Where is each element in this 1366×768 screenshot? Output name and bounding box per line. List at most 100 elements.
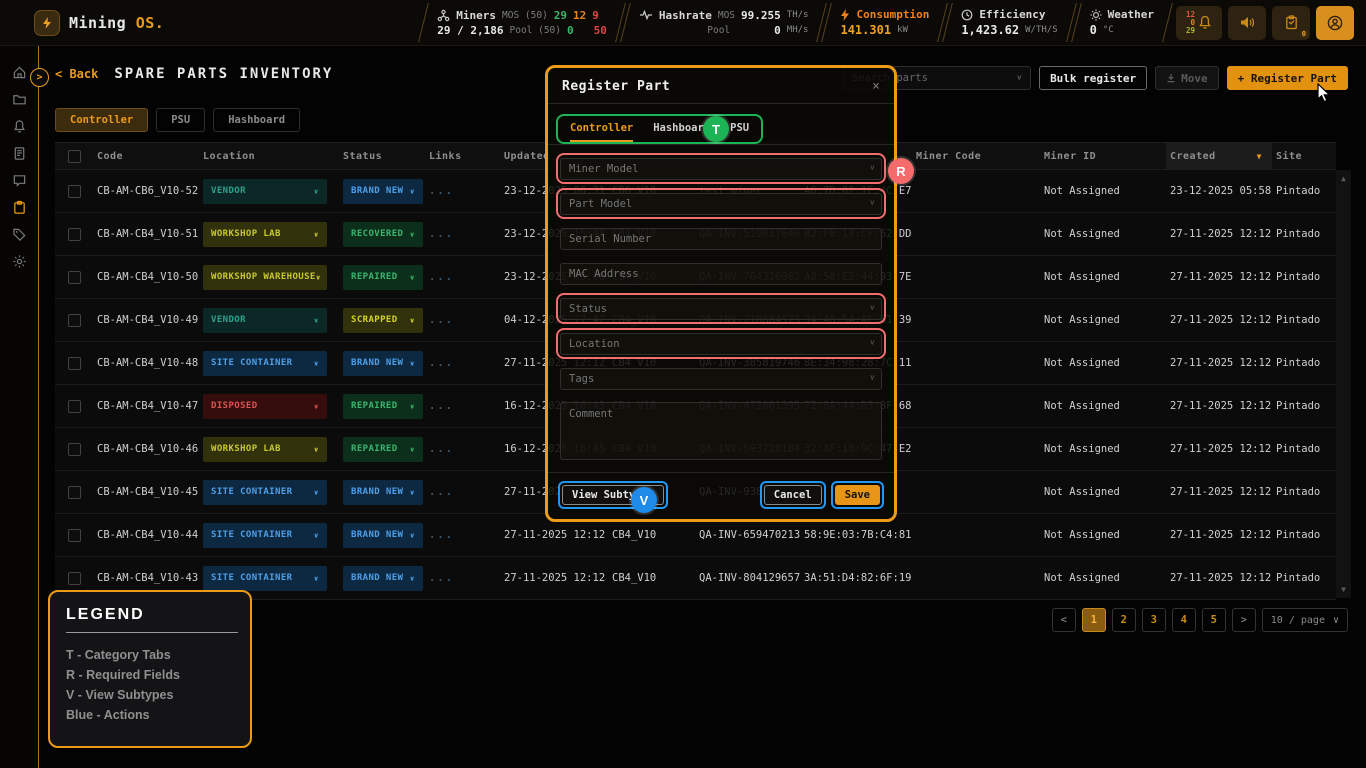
bulk-register-button[interactable]: Bulk register: [1039, 66, 1147, 90]
chevron-down-icon: ∨: [870, 304, 875, 312]
row-checkbox[interactable]: [68, 486, 81, 499]
row-checkbox[interactable]: [68, 185, 81, 198]
row-checkbox[interactable]: [68, 314, 81, 327]
status-cell: RECOVERED∨: [339, 222, 425, 247]
location-select[interactable]: WORKSHOP LAB∨: [203, 437, 327, 462]
location-select[interactable]: SITE CONTAINER∨: [203, 523, 327, 548]
close-icon[interactable]: ×: [872, 79, 880, 94]
mac-address-field[interactable]: [560, 263, 882, 285]
field-wrap: [556, 398, 886, 468]
row-checkbox[interactable]: [68, 271, 81, 284]
account-button[interactable]: [1316, 6, 1354, 40]
sound-button[interactable]: 0: [1228, 6, 1266, 40]
status-select[interactable]: BRAND NEW∨: [343, 480, 423, 505]
part-model-field[interactable]: [560, 193, 882, 215]
status-select[interactable]: RECOVERED∨: [343, 222, 423, 247]
next-page-button[interactable]: >: [1232, 608, 1256, 632]
location-select[interactable]: WORKSHOP WAREHOUSE∨: [203, 265, 327, 290]
links-menu[interactable]: ...: [425, 314, 500, 326]
row-checkbox[interactable]: [68, 357, 81, 370]
prev-page-button[interactable]: <: [1052, 608, 1076, 632]
site-name: Pintado: [1272, 228, 1336, 240]
location-select[interactable]: WORKSHOP LAB∨: [203, 222, 327, 247]
status-select[interactable]: BRAND NEW∨: [343, 523, 423, 548]
register-part-button[interactable]: + Register Part: [1227, 66, 1348, 90]
row-checkbox[interactable]: [68, 400, 81, 413]
sidebar-item-home[interactable]: [11, 64, 27, 80]
save-button[interactable]: Save: [835, 485, 880, 505]
row-checkbox[interactable]: [68, 228, 81, 241]
page-3[interactable]: 3: [1142, 608, 1166, 632]
sidebar-item-settings[interactable]: [11, 253, 27, 269]
links-menu[interactable]: ...: [425, 486, 500, 498]
serial-number-field[interactable]: [560, 228, 882, 250]
sidebar-expand-button[interactable]: >: [30, 68, 49, 87]
status-select[interactable]: REPAIRED∨: [343, 394, 423, 419]
modal-tab-psu[interactable]: PSU: [730, 122, 749, 137]
per-page-select[interactable]: 10 / page∨: [1262, 608, 1348, 632]
page-2[interactable]: 2: [1112, 608, 1136, 632]
links-menu[interactable]: ...: [425, 572, 500, 584]
links-menu[interactable]: ...: [425, 400, 500, 412]
sidebar-item-alerts[interactable]: [11, 118, 27, 134]
links-menu[interactable]: ...: [425, 443, 500, 455]
back-link[interactable]: < Back: [55, 67, 98, 81]
scroll-up-icon[interactable]: ▲: [1341, 174, 1346, 183]
status-field[interactable]: [560, 298, 882, 320]
page-5[interactable]: 5: [1202, 608, 1226, 632]
site-name: Pintado: [1272, 443, 1336, 455]
chevron-down-icon: ∨: [314, 316, 319, 323]
status-cell: BRAND NEW∨: [339, 480, 425, 505]
location-select[interactable]: SITE CONTAINER∨: [203, 351, 327, 376]
status-select[interactable]: REPAIRED∨: [343, 437, 423, 462]
move-button[interactable]: Move: [1155, 66, 1219, 90]
sidebar-item-reports[interactable]: [11, 145, 27, 161]
miner-model-field[interactable]: [560, 158, 882, 180]
status-select[interactable]: REPAIRED∨: [343, 265, 423, 290]
location-select[interactable]: VENDOR∨: [203, 308, 327, 333]
table-scrollbar[interactable]: ▲ ▼: [1336, 170, 1351, 598]
column-header-site: Site: [1272, 143, 1336, 169]
row-checkbox[interactable]: [68, 572, 81, 585]
modal-tab-controller[interactable]: Controller: [570, 122, 633, 137]
sidebar-item-tags[interactable]: [11, 226, 27, 242]
location-cell: DISPOSED∨: [199, 394, 339, 419]
location-select[interactable]: SITE CONTAINER∨: [203, 566, 327, 591]
location-select[interactable]: VENDOR∨: [203, 179, 327, 204]
sidebar-item-inventory[interactable]: [11, 199, 27, 215]
tab-controller[interactable]: Controller: [55, 108, 148, 132]
notifications-button[interactable]: 12 0 29: [1176, 6, 1222, 40]
column-header-created[interactable]: Created▼: [1166, 143, 1272, 169]
status-select[interactable]: SCRAPPED∨: [343, 308, 423, 333]
row-checkbox[interactable]: [68, 529, 81, 542]
badge-category-tabs: T: [703, 116, 729, 142]
row-checkbox[interactable]: [68, 443, 81, 456]
comment-field[interactable]: [560, 402, 882, 460]
location-select[interactable]: SITE CONTAINER∨: [203, 480, 327, 505]
part-code: CB-AM-CB4_V10-48: [93, 357, 199, 369]
tasks-button[interactable]: 0: [1272, 6, 1310, 40]
tab-psu[interactable]: PSU: [156, 108, 205, 132]
links-menu[interactable]: ...: [425, 228, 500, 240]
status-select[interactable]: BRAND NEW∨: [343, 179, 423, 204]
links-menu[interactable]: ...: [425, 271, 500, 283]
links-menu[interactable]: ...: [425, 185, 500, 197]
modal-tab-hashboard[interactable]: Hashboard: [653, 122, 710, 137]
select-all-checkbox[interactable]: [68, 150, 81, 163]
chevron-down-icon: ∨: [410, 574, 415, 581]
tags-field[interactable]: [560, 368, 882, 390]
location-field[interactable]: [560, 333, 882, 355]
cancel-button[interactable]: Cancel: [764, 485, 822, 505]
miner-id: Not Assigned: [1040, 572, 1166, 584]
tab-hashboard[interactable]: Hashboard: [213, 108, 300, 132]
page-4[interactable]: 4: [1172, 608, 1196, 632]
status-select[interactable]: BRAND NEW∨: [343, 566, 423, 591]
page-1[interactable]: 1: [1082, 608, 1106, 632]
sidebar-item-folders[interactable]: [11, 91, 27, 107]
links-menu[interactable]: ...: [425, 529, 500, 541]
status-select[interactable]: BRAND NEW∨: [343, 351, 423, 376]
scroll-down-icon[interactable]: ▼: [1341, 585, 1346, 594]
location-select[interactable]: DISPOSED∨: [203, 394, 327, 419]
sidebar-item-messages[interactable]: [11, 172, 27, 188]
links-menu[interactable]: ...: [425, 357, 500, 369]
